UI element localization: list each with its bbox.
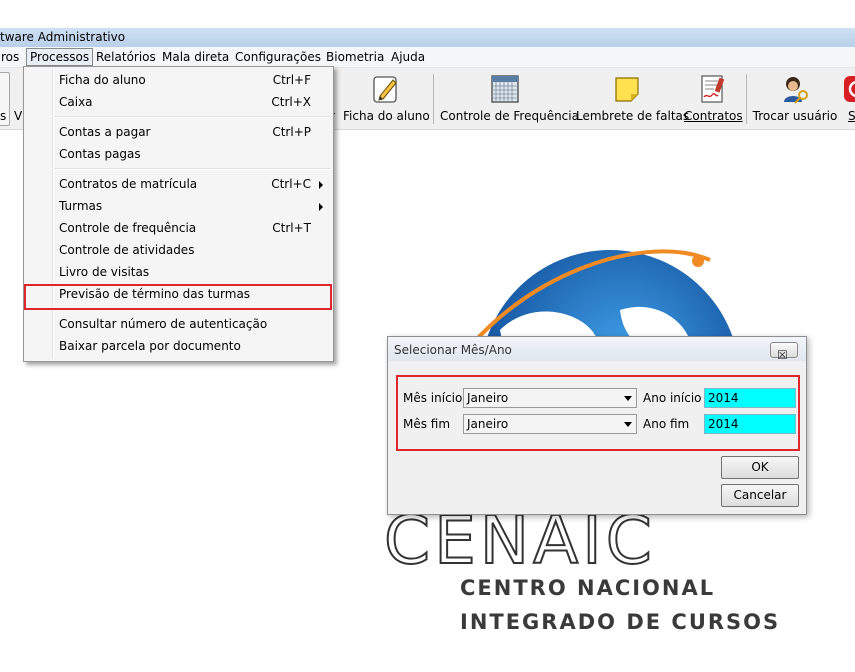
menu-item-label: Turmas xyxy=(59,199,103,213)
processos-dropdown-menu: Ficha do aluno Ctrl+F Caixa Ctrl+X Conta… xyxy=(23,66,334,362)
toolbar-lembrete-faltas-button[interactable]: Lembrete de faltas xyxy=(576,68,690,129)
submenu-arrow-icon xyxy=(319,181,323,189)
menu-item-label: Contratos de matrícula xyxy=(59,177,198,191)
menu-item-label: Controle de atividades xyxy=(59,243,195,257)
toolbar-partial-label-1: s xyxy=(0,109,7,123)
menu-relatorios[interactable]: Relatórios xyxy=(93,49,159,65)
calendar-grid-icon xyxy=(490,74,520,107)
menu-item-contas-pagas[interactable]: Contas pagas xyxy=(24,143,333,165)
window-title: tware Administrativo xyxy=(0,30,126,44)
user-key-icon xyxy=(780,74,810,107)
toolbar-separator xyxy=(746,74,747,124)
menu-item-controle-de-frequencia[interactable]: Controle de frequência Ctrl+T xyxy=(24,217,333,239)
window-titlebar: tware Administrativo xyxy=(0,28,855,47)
sticky-note-icon xyxy=(612,74,642,107)
menu-item-label: Caixa xyxy=(59,95,93,109)
menu-mala-direta[interactable]: Mala direta xyxy=(159,49,232,65)
menu-bar: ros Processos Relatórios Mala direta Con… xyxy=(0,47,855,68)
menu-item-shortcut: Ctrl+C xyxy=(271,177,311,191)
selecionar-mes-ano-dialog: Selecionar Mês/Ano ☒ Mês início Janeiro … xyxy=(387,336,807,515)
dialog-titlebar: Selecionar Mês/Ano ☒ xyxy=(388,337,806,362)
menu-item-label: Contas pagas xyxy=(59,147,141,161)
menu-biometria[interactable]: Biometria xyxy=(323,49,387,65)
menu-item-shortcut: Ctrl+F xyxy=(272,73,311,87)
exit-icon xyxy=(842,74,855,107)
fields-highlight-box xyxy=(396,375,800,451)
dialog-title: Selecionar Mês/Ano xyxy=(394,343,512,357)
menu-processos[interactable]: Processos xyxy=(26,48,94,66)
close-icon: ☒ xyxy=(777,348,788,362)
ok-button[interactable]: OK xyxy=(721,456,799,479)
toolbar-lembrete-faltas-label: Lembrete de faltas xyxy=(576,109,690,123)
menu-item-label: Consultar número de autenticação xyxy=(59,317,268,331)
signed-document-icon xyxy=(698,74,728,107)
submenu-arrow-icon xyxy=(319,203,323,211)
toolbar-trocar-usuario-label: Trocar usuário xyxy=(752,109,838,123)
menu-item-turmas[interactable]: Turmas xyxy=(24,195,333,217)
menu-item-label: Baixar parcela por documento xyxy=(59,339,241,353)
menu-item-contratos-de-matricula[interactable]: Contratos de matrícula Ctrl+C xyxy=(24,173,333,195)
toolbar-partial-label-2: V xyxy=(14,109,23,123)
logo-tagline-line1: CENTRO NACIONAL xyxy=(460,576,716,600)
pencil-note-icon xyxy=(371,74,401,107)
menu-item-livro-de-visitas[interactable]: Livro de visitas xyxy=(24,261,333,283)
toolbar-sair-button[interactable]: S xyxy=(842,68,855,129)
menu-item-contas-a-pagar[interactable]: Contas a pagar Ctrl+P xyxy=(24,121,333,143)
menu-separator xyxy=(54,116,331,118)
dialog-close-button[interactable]: ☒ xyxy=(770,342,798,362)
menu-item-highlight-box xyxy=(24,284,332,310)
menu-separator xyxy=(54,168,331,170)
menu-item-consultar-autenticacao[interactable]: Consultar número de autenticação xyxy=(24,313,333,335)
toolbar-ficha-do-aluno-label: Ficha do aluno xyxy=(343,109,430,123)
toolbar-controle-frequencia-button[interactable]: Controle de Frequência xyxy=(440,68,579,129)
logo-tagline-line2: INTEGRADO DE CURSOS xyxy=(460,610,781,634)
toolbar-trocar-usuario-button[interactable]: Trocar usuário xyxy=(752,68,838,129)
menu-configuracoes[interactable]: Configurações xyxy=(232,49,324,65)
menu-item-controle-de-atividades[interactable]: Controle de atividades xyxy=(24,239,333,261)
toolbar-separator xyxy=(433,74,434,124)
toolbar-ficha-do-aluno-button[interactable]: Ficha do aluno xyxy=(343,68,430,129)
menu-item-shortcut: Ctrl+X xyxy=(271,95,311,109)
toolbar-sair-label: S xyxy=(848,109,855,123)
cancel-button[interactable]: Cancelar xyxy=(721,484,799,507)
menu-item-label: Livro de visitas xyxy=(59,265,150,279)
menu-item-label: Contas a pagar xyxy=(59,125,151,139)
menu-item-label: Controle de frequência xyxy=(59,221,197,235)
toolbar-contratos-button[interactable]: Contratos xyxy=(684,68,743,129)
toolbar-contratos-label: Contratos xyxy=(684,109,743,123)
menu-item-label: Ficha do aluno xyxy=(59,73,146,87)
menu-item-shortcut: Ctrl+T xyxy=(272,221,311,235)
menu-item-baixar-parcela[interactable]: Baixar parcela por documento xyxy=(24,335,333,357)
menu-item-ficha-do-aluno[interactable]: Ficha do aluno Ctrl+F xyxy=(24,69,333,91)
menu-cadastros[interactable]: ros xyxy=(0,49,22,65)
menu-item-shortcut: Ctrl+P xyxy=(272,125,311,139)
menu-ajuda[interactable]: Ajuda xyxy=(388,49,428,65)
toolbar-controle-frequencia-label: Controle de Frequência xyxy=(440,109,579,123)
menu-item-caixa[interactable]: Caixa Ctrl+X xyxy=(24,91,333,113)
